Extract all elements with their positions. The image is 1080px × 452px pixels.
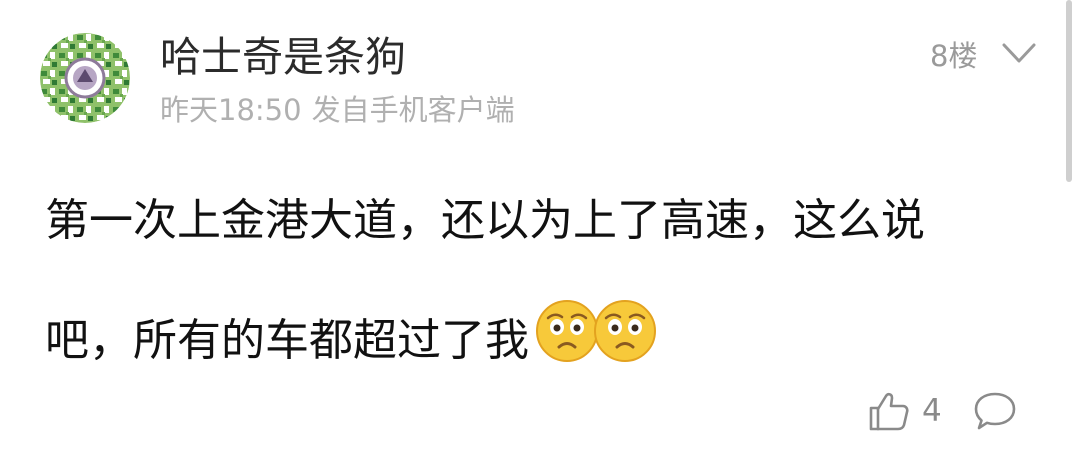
worried-face-emoji-icon — [536, 300, 598, 362]
avatar[interactable] — [40, 33, 130, 123]
chevron-down-icon[interactable] — [1001, 42, 1037, 66]
post-content-text: 第一次上金港大道，还以为上了高速，这么说吧，所有的车都超过了我 — [45, 195, 925, 366]
comment-bubble-icon[interactable] — [972, 390, 1018, 432]
like-count: 4 — [922, 393, 942, 429]
emoji-group — [535, 290, 656, 362]
post-time: 昨天18:50 — [160, 93, 302, 127]
scrollbar[interactable] — [1066, 0, 1072, 182]
floor-number: 8楼 — [930, 39, 978, 73]
avatar-image — [40, 33, 130, 123]
post-meta: 昨天18:50 发自手机客户端 — [160, 92, 515, 128]
post-content: 第一次上金港大道，还以为上了高速，这么说吧，所有的车都超过了我 — [45, 160, 1005, 400]
username[interactable]: 哈士奇是条狗 — [160, 33, 406, 81]
post-source: 发自手机客户端 — [311, 93, 515, 127]
thumbs-up-icon[interactable] — [866, 388, 912, 434]
worried-face-emoji-icon — [594, 300, 656, 362]
